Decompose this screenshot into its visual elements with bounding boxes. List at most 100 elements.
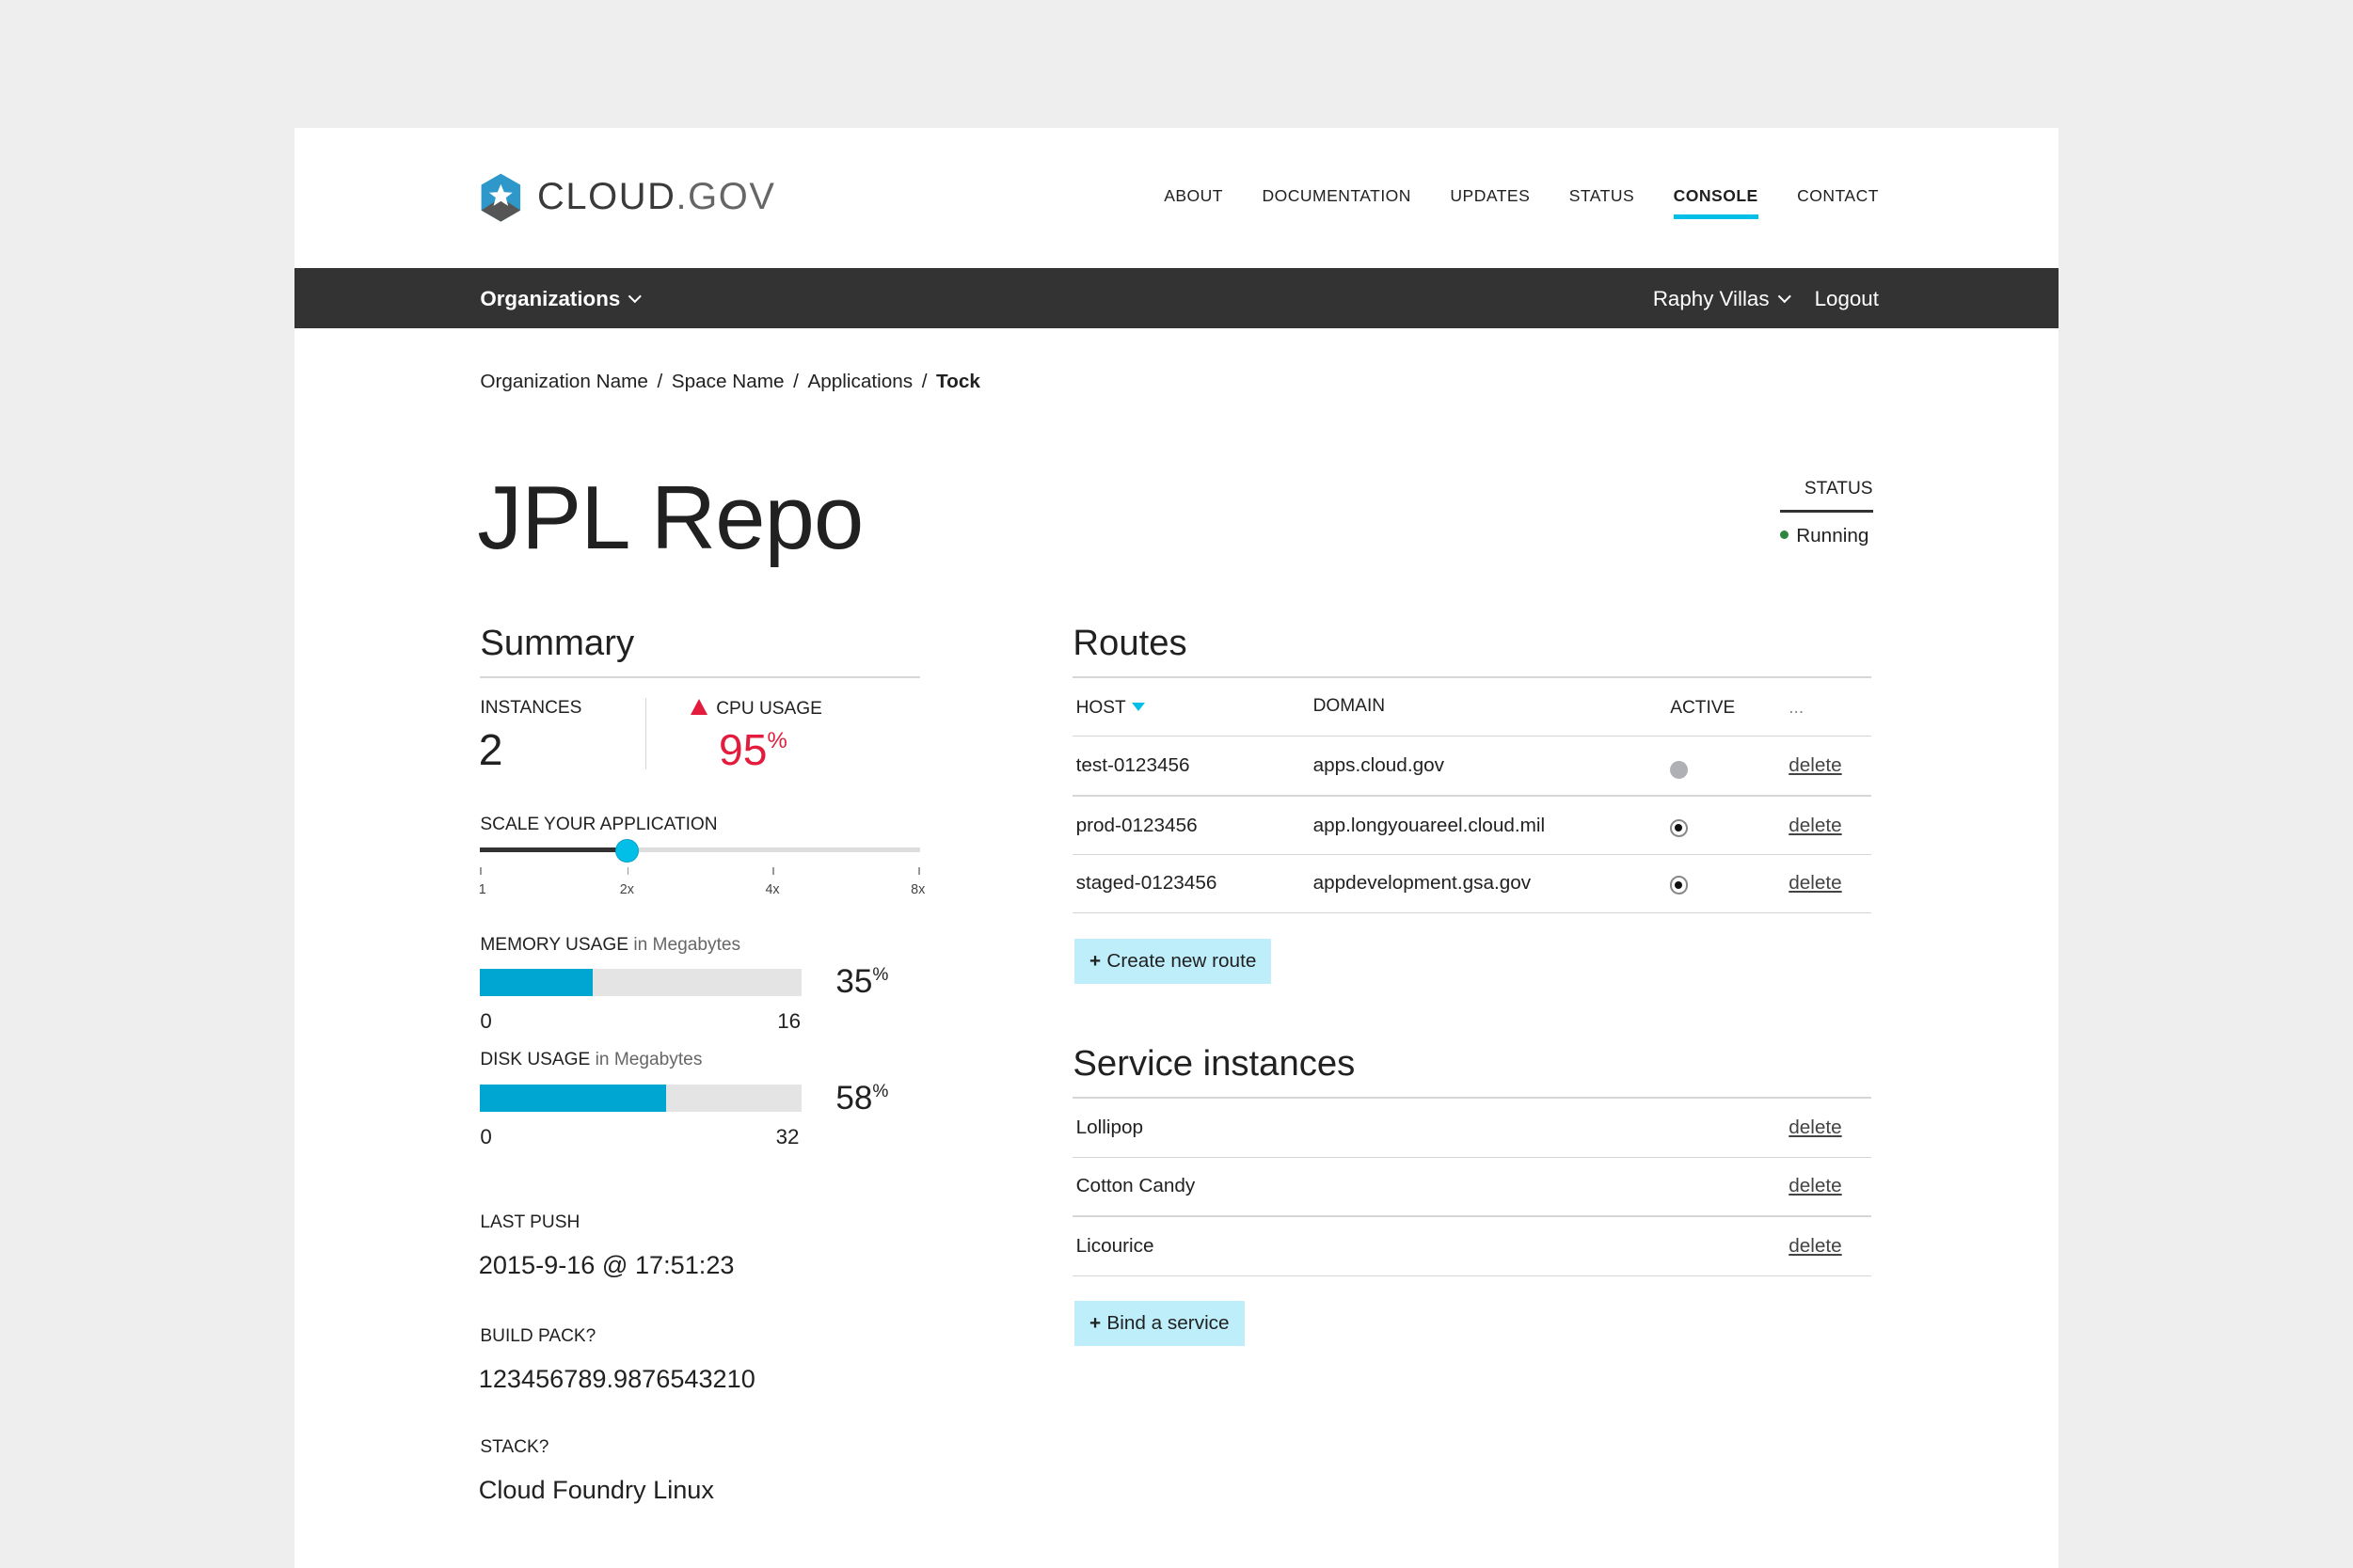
divider — [644, 697, 647, 770]
breadcrumb: Organization Name / Space Name / Application… — [480, 370, 980, 392]
service-instances-heading: Service instances — [1073, 1042, 1356, 1084]
scale-label: SCALE YOUR APPLICATION — [480, 815, 718, 835]
divider — [1073, 1156, 1871, 1159]
delete-service-link[interactable]: delete — [1789, 1235, 1841, 1258]
sort-down-icon — [1132, 703, 1146, 711]
divider — [1073, 1214, 1871, 1217]
disk-percent-unit: % — [872, 1081, 889, 1101]
build-pack-value: 123456789.9876543210 — [478, 1363, 755, 1393]
active-column-header: ACTIVE — [1670, 697, 1736, 718]
nav-contact[interactable]: CONTACT — [1797, 186, 1879, 206]
cpu-usage-unit: % — [767, 727, 787, 753]
breadcrumb-organization[interactable]: Organization Name — [480, 371, 648, 392]
plus-icon: + — [1089, 1311, 1102, 1334]
instances-value: 2 — [478, 725, 503, 775]
host-column-header[interactable]: HOST — [1076, 698, 1146, 719]
cloud-gov-logo-text[interactable]: CLOUD.GOV — [537, 176, 776, 218]
breadcrumb-space[interactable]: Space Name — [672, 371, 785, 392]
divider — [1073, 1275, 1871, 1277]
disk-usage-bar — [480, 1085, 802, 1112]
user-menu-dropdown[interactable]: Raphy Villas — [1652, 286, 1791, 311]
memory-usage-title: MEMORY USAGE — [480, 934, 629, 955]
routes-heading: Routes — [1073, 622, 1187, 663]
divider — [1073, 676, 1871, 678]
scale-tick — [480, 866, 482, 875]
route-active-radio[interactable] — [1670, 760, 1689, 779]
page-card: CLOUD.GOV ABOUT DOCUMENTATION UPDATES ST… — [294, 127, 2059, 1568]
more-column-header: ... — [1789, 697, 1804, 718]
memory-max: 16 — [777, 1009, 802, 1034]
cpu-usage-label-group: CPU USAGE — [690, 698, 822, 720]
scale-tick — [627, 866, 629, 875]
disk-usage-unit: in Megabytes — [595, 1050, 703, 1070]
delete-service-link[interactable]: delete — [1789, 1175, 1841, 1197]
disk-usage-label: DISK USAGE in Megabytes — [480, 1050, 702, 1070]
memory-usage-label: MEMORY USAGE in Megabytes — [480, 935, 740, 956]
logo-text-part-1: CLOUD — [536, 175, 676, 217]
memory-usage-fill — [480, 969, 593, 997]
disk-usage-percent: 58% — [835, 1080, 888, 1117]
logout-link[interactable]: Logout — [1815, 287, 1879, 311]
plus-icon: + — [1089, 950, 1102, 973]
user-name: Raphy Villas — [1652, 286, 1770, 310]
scale-tick — [918, 866, 920, 875]
running-dot-icon — [1779, 530, 1789, 540]
breadcrumb-applications[interactable]: Applications — [807, 371, 913, 392]
instances-label: INSTANCES — [480, 697, 582, 718]
last-push-label: LAST PUSH — [480, 1212, 580, 1232]
route-host: staged-0123456 — [1075, 871, 1217, 894]
route-host: test-0123456 — [1075, 754, 1190, 777]
organizations-dropdown[interactable]: Organizations — [480, 286, 642, 311]
breadcrumb-current: Tock — [936, 370, 980, 392]
stack-label: STACK? — [480, 1436, 549, 1457]
divider — [1073, 911, 1871, 914]
warning-icon — [690, 699, 707, 716]
route-active-radio[interactable] — [1670, 818, 1689, 837]
divider — [1073, 795, 1871, 797]
disk-min: 0 — [480, 1125, 492, 1149]
nav-documentation[interactable]: DOCUMENTATION — [1262, 186, 1410, 206]
top-navigation: ABOUT DOCUMENTATION UPDATES STATUS CONSO… — [1164, 186, 1879, 220]
memory-percent-number: 35 — [835, 962, 873, 1000]
route-domain: appdevelopment.gsa.gov — [1312, 871, 1532, 894]
disk-usage-title: DISK USAGE — [480, 1050, 591, 1070]
cpu-usage-value: 95% — [719, 724, 787, 775]
memory-usage-bar — [480, 969, 802, 997]
disk-max: 32 — [775, 1125, 800, 1149]
nav-console[interactable]: CONSOLE — [1673, 186, 1759, 220]
scale-slider-handle[interactable] — [614, 838, 640, 863]
nav-updates[interactable]: UPDATES — [1450, 186, 1530, 206]
route-domain: apps.cloud.gov — [1312, 754, 1444, 777]
delete-route-link[interactable]: delete — [1789, 872, 1841, 895]
route-active-radio[interactable] — [1670, 876, 1689, 895]
memory-min: 0 — [480, 1009, 492, 1034]
divider — [1073, 853, 1871, 856]
delete-service-link[interactable]: delete — [1789, 1117, 1841, 1139]
cpu-usage-number: 95 — [718, 725, 768, 775]
status-text: Running — [1796, 524, 1869, 546]
delete-route-link[interactable]: delete — [1789, 815, 1841, 837]
build-pack-label: BUILD PACK? — [480, 1325, 596, 1346]
last-push-value: 2015-9-16 @ 17:51:23 — [478, 1249, 735, 1279]
nav-about[interactable]: ABOUT — [1164, 186, 1223, 206]
route-domain: app.longyouareel.cloud.mil — [1312, 815, 1546, 837]
service-name: Lollipop — [1075, 1116, 1144, 1138]
disk-percent-number: 58 — [835, 1080, 873, 1117]
memory-usage-unit: in Megabytes — [633, 934, 741, 955]
nav-status[interactable]: STATUS — [1569, 186, 1634, 206]
organizations-label: Organizations — [480, 286, 621, 310]
status-label: STATUS — [1779, 479, 1873, 513]
service-name: Licourice — [1075, 1234, 1154, 1257]
domain-column-header: DOMAIN — [1312, 696, 1386, 717]
create-new-route-label: Create new route — [1106, 950, 1257, 973]
delete-route-link[interactable]: delete — [1789, 754, 1841, 777]
service-name: Cotton Candy — [1075, 1174, 1196, 1196]
cloud-gov-logo-icon[interactable] — [480, 172, 522, 223]
host-header-label: HOST — [1075, 697, 1126, 718]
divider — [1073, 1096, 1871, 1099]
create-new-route-button[interactable]: + Create new route — [1074, 939, 1272, 985]
bind-service-button[interactable]: + Bind a service — [1074, 1300, 1245, 1346]
disk-usage-fill — [480, 1085, 667, 1112]
divider — [480, 676, 920, 678]
chevron-down-icon — [1777, 290, 1791, 303]
